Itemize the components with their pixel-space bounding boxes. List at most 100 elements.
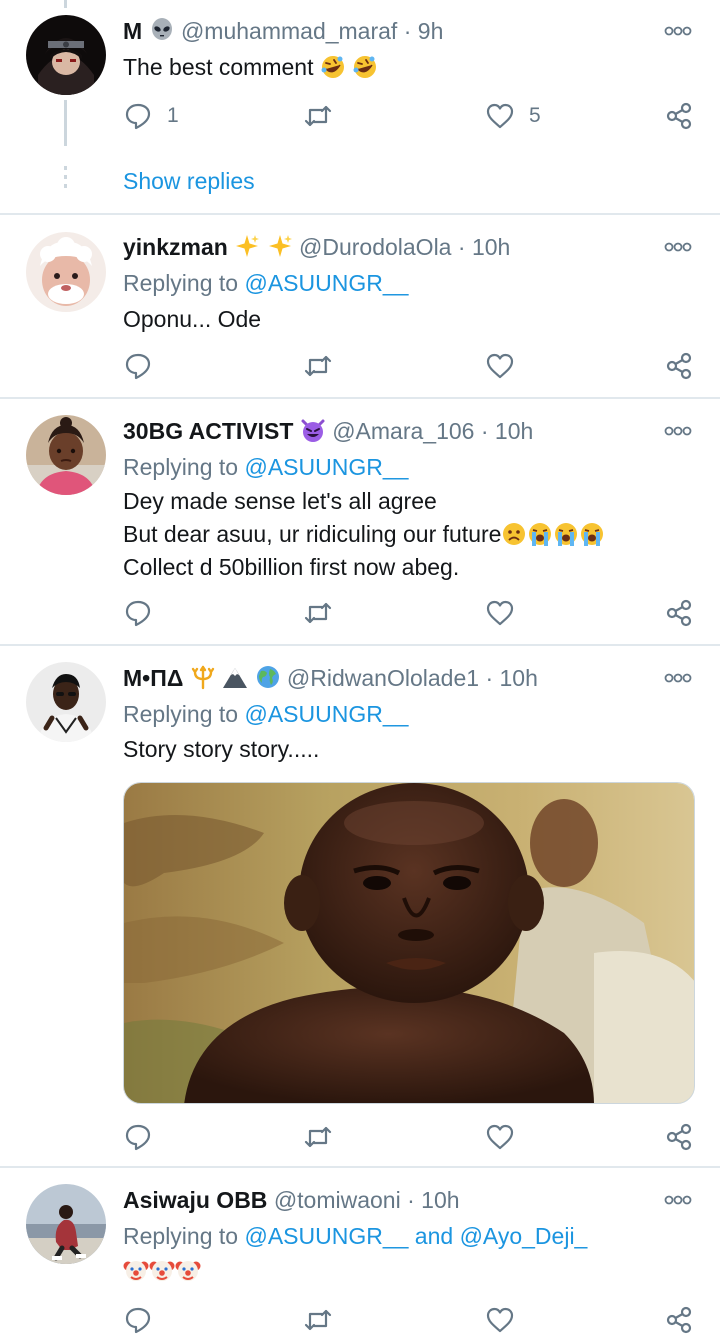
retweet-button[interactable] [303,1120,333,1154]
mention-link[interactable]: @ASUUNGR__ [244,270,408,296]
tweet-text-line-content: But dear asuu, ur ridiculing our future [123,521,502,547]
user-handle[interactable]: @muhammad_maraf [181,18,397,44]
share-button[interactable] [664,349,694,383]
tweet-text [123,1254,201,1287]
timestamp[interactable]: 10h [500,665,538,691]
tweet-3[interactable]: 30BG ACTIVIST @Amara_106 · 10h Replying … [0,399,720,645]
replying-to-label: Replying to [123,270,245,296]
retweet-button[interactable] [303,1303,333,1337]
rofl-emoji-icon [352,54,378,80]
display-name[interactable]: Asiwaju OBB [123,1187,267,1213]
clown-emoji-icon [175,1257,201,1283]
smiling-imp-emoji-icon [300,417,326,443]
retweet-icon [304,105,332,127]
user-handle[interactable]: @Amara_106 [332,418,474,444]
reply-icon [125,1307,151,1334]
alien-emoji-icon [149,17,175,43]
avatar[interactable] [26,662,106,742]
more-icon[interactable] [664,671,692,685]
tweet-text: Story story story..... [123,733,319,766]
mention-link[interactable]: @Ayo_Deji_ [460,1223,588,1249]
replying-to-label: Replying to [123,1223,245,1249]
reply-icon [125,1124,151,1151]
display-name[interactable]: M [123,18,142,44]
replying-to: Replying to @ASUUNGR__ [123,699,408,729]
mention-link[interactable]: @ASUUNGR__ [244,1223,408,1249]
heart-icon [486,1307,514,1333]
tweet-text: The best comment [123,51,378,84]
retweet-button[interactable] [303,596,333,630]
mention-link[interactable]: @ASUUNGR__ [244,701,408,727]
retweet-button[interactable] [303,349,333,383]
heart-icon [486,600,514,626]
timestamp[interactable]: 10h [495,418,533,444]
sparkles-emoji-icon [267,233,293,259]
share-button[interactable] [664,1303,694,1337]
share-icon [666,1306,692,1334]
display-name[interactable]: 30BG ACTIVIST [123,418,293,444]
reply-icon [125,600,151,627]
tweet-actions: 1 5 [0,99,720,133]
more-icon[interactable] [664,240,692,254]
tweet-text-line: The best comment [123,54,314,80]
more-icon[interactable] [664,24,692,38]
user-handle[interactable]: @RidwanOlolade1 [287,665,479,691]
share-icon [666,599,692,627]
replying-and: and [408,1223,460,1249]
reply-button[interactable] [123,1120,153,1154]
tweet-2[interactable]: yinkzman @DurodolaOla · 10h Replying to … [0,215,720,398]
reply-count: 1 [167,104,179,127]
avatar[interactable] [26,1184,106,1264]
share-icon [666,1123,692,1151]
user-handle[interactable]: @tomiwaoni [274,1187,401,1213]
more-icon[interactable] [664,1193,692,1207]
user-handle[interactable]: @DurodolaOla [299,234,451,260]
replying-to: Replying to @ASUUNGR__ [123,268,408,298]
tweet-header: M @muhammad_maraf · 9h [123,16,443,46]
mention-link[interactable]: @ASUUNGR__ [244,454,408,480]
tweet-1[interactable]: M @muhammad_maraf · 9h The best comment … [0,0,720,214]
like-button[interactable] [485,1303,515,1337]
share-icon [666,352,692,380]
tweet-image[interactable] [123,782,695,1104]
tweet-header: yinkzman @DurodolaOla · 10h [123,232,510,262]
thread-line-top [64,0,67,8]
share-button[interactable] [664,99,694,133]
timestamp[interactable]: 10h [472,234,510,260]
reply-button[interactable]: 1 [123,99,179,133]
retweet-icon [304,355,332,377]
like-button[interactable] [485,349,515,383]
sparkles-emoji-icon [234,233,260,259]
tweet-actions [0,1303,720,1337]
tweet-text: Dey made sense let's all agree But dear … [123,485,605,584]
timestamp[interactable]: 10h [421,1187,459,1213]
trident-emoji-icon [190,664,216,690]
timestamp[interactable]: 9h [418,18,444,44]
retweet-button[interactable] [303,99,333,133]
reply-button[interactable] [123,349,153,383]
show-replies-link[interactable]: Show replies [123,166,255,196]
avatar[interactable] [26,15,106,95]
reply-button[interactable] [123,596,153,630]
separator-dot: · [485,665,494,691]
tweet-text-line: Collect d 50billion first now abeg. [123,554,460,580]
display-name[interactable]: yinkzman [123,234,228,260]
share-button[interactable] [664,596,694,630]
more-icon[interactable] [664,424,692,438]
avatar[interactable] [26,415,106,495]
loudly-crying-emoji-icon [579,521,605,547]
display-name[interactable]: M•ΠΔ [123,665,183,691]
share-button[interactable] [664,1120,694,1154]
like-count: 5 [529,104,541,127]
reply-icon [125,353,151,380]
like-button[interactable]: 5 [485,99,541,133]
tweet-text-line: But dear asuu, ur ridiculing our future [123,518,605,551]
share-icon [666,102,692,130]
replying-to-label: Replying to [123,454,245,480]
like-button[interactable] [485,596,515,630]
reply-button[interactable] [123,1303,153,1337]
avatar[interactable] [26,232,106,312]
like-button[interactable] [485,1120,515,1154]
tweet-5[interactable]: Asiwaju OBB @tomiwaoni · 10h Replying to… [0,1168,720,1344]
retweet-icon [304,1126,332,1148]
